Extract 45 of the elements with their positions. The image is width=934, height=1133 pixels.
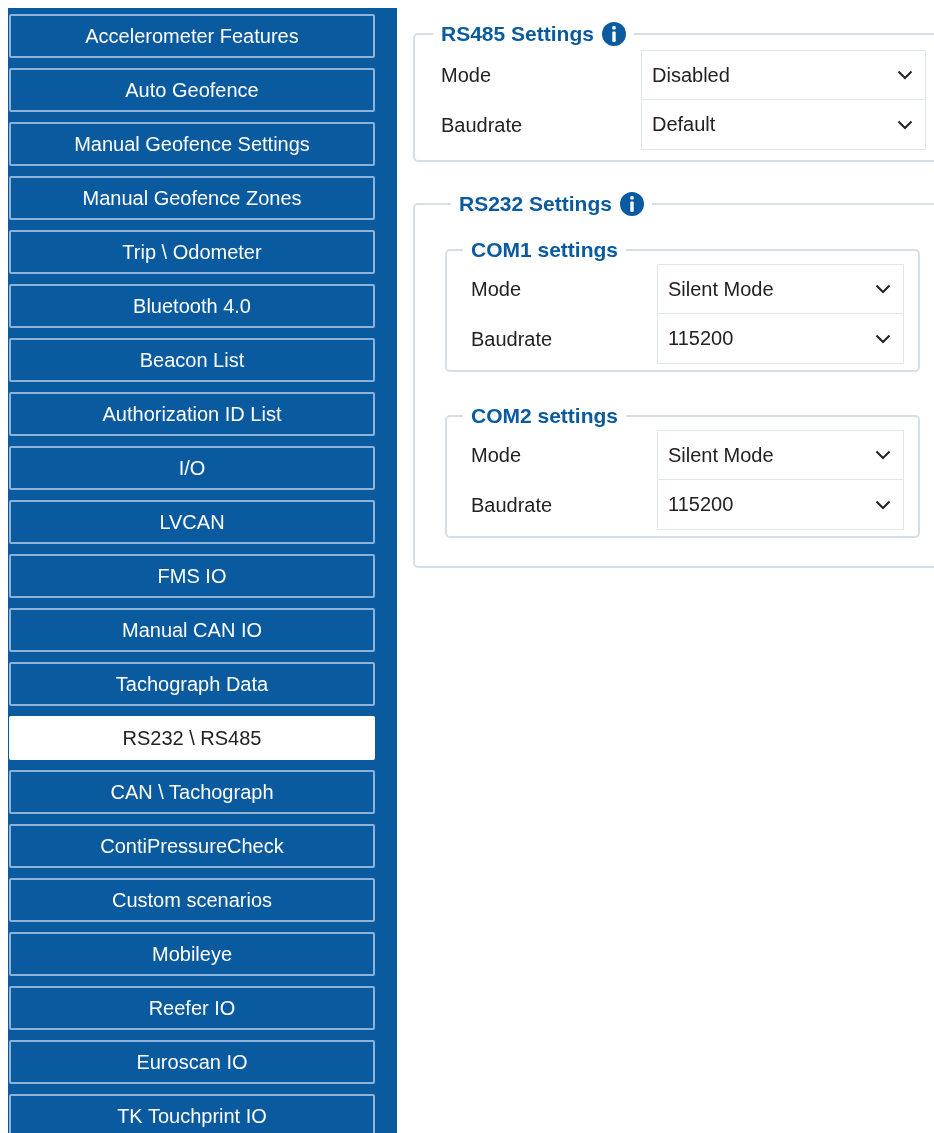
sidebar-item[interactable]: Authorization ID List	[9, 392, 375, 436]
sidebar-item[interactable]: Accelerometer Features	[9, 14, 375, 58]
chevron-icon	[875, 333, 891, 344]
dropdown[interactable]: Disabled	[641, 50, 926, 100]
group-title: COM1 settings	[471, 238, 619, 262]
sidebar-item[interactable]: Beacon List	[9, 338, 375, 382]
field-label: Baudrate	[470, 327, 554, 351]
sidebar-item[interactable]: CAN \ Tachograph	[9, 770, 375, 814]
field-label: Mode	[470, 443, 523, 467]
field-label: Mode	[440, 63, 493, 87]
sidebar-item[interactable]: Manual Geofence Zones	[9, 176, 375, 220]
field-label: Baudrate	[440, 113, 524, 137]
info-icon[interactable]	[619, 192, 644, 216]
chevron-icon	[875, 284, 891, 294]
chevron-icon	[897, 70, 913, 80]
sidebar-item[interactable]: RS232 \ RS485	[9, 716, 375, 760]
sidebar-item[interactable]: Trip \ Odometer	[9, 230, 375, 274]
group-title: RS232 Settings	[459, 192, 612, 216]
sidebar-item[interactable]: Reefer IO	[9, 986, 375, 1030]
dropdown[interactable]: Default	[641, 100, 926, 150]
dropdown[interactable]: Silent Mode	[657, 430, 904, 480]
chevron-icon	[897, 119, 913, 130]
sidebar-item[interactable]: TK Touchprint IO	[9, 1094, 375, 1133]
group-title: COM2 settings	[471, 404, 619, 428]
sidebar-item[interactable]: Bluetooth 4.0	[9, 284, 375, 328]
sidebar-item[interactable]: ContiPressureCheck	[9, 824, 375, 868]
field-label: Mode	[470, 277, 523, 301]
group-title: RS485 Settings	[441, 22, 594, 46]
sidebar-item[interactable]: Manual CAN IO	[9, 608, 375, 652]
sidebar-item[interactable]: Custom scenarios	[9, 878, 375, 922]
info-icon[interactable]	[601, 22, 626, 46]
chevron-icon	[875, 499, 891, 510]
field-label: Baudrate	[470, 493, 554, 517]
dropdown[interactable]: 115200	[657, 480, 904, 530]
dropdown[interactable]: Silent Mode	[657, 264, 904, 314]
sidebar-item[interactable]: Manual Geofence Settings	[9, 122, 375, 166]
chevron-icon	[875, 450, 891, 460]
sidebar-item[interactable]: I/O	[9, 446, 375, 490]
dropdown[interactable]: 115200	[657, 314, 904, 364]
sidebar-item[interactable]: Auto Geofence	[9, 68, 375, 112]
sidebar-item[interactable]: Euroscan IO	[9, 1040, 375, 1084]
sidebar-item[interactable]: Tachograph Data	[9, 662, 375, 706]
sidebar-item[interactable]: FMS IO	[9, 554, 375, 598]
sidebar-item[interactable]: Mobileye	[9, 932, 375, 976]
sidebar-item[interactable]: LVCAN	[9, 500, 375, 544]
